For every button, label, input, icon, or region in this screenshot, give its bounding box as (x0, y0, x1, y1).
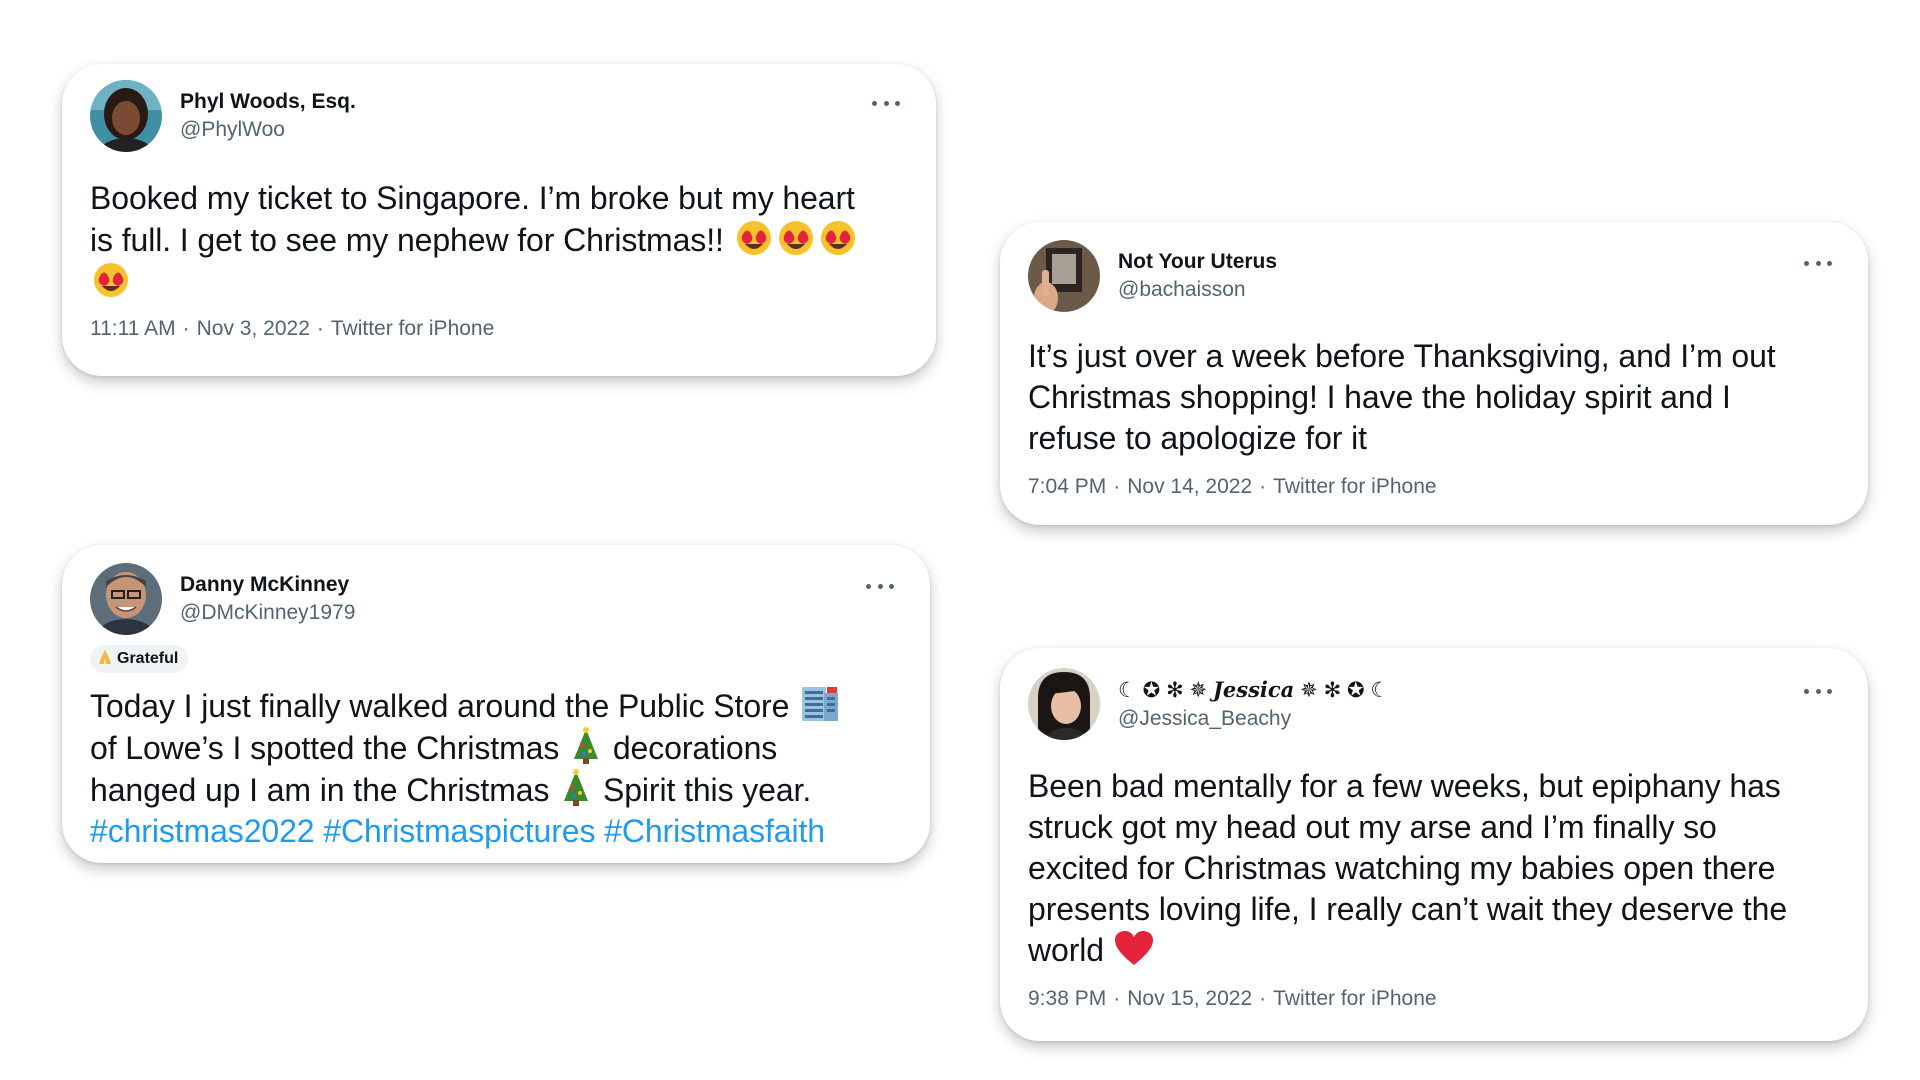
heart-eyes-emoji (819, 219, 857, 257)
tweet-text-segment: Spirit this year. (602, 772, 812, 808)
display-name[interactable]: Not Your Uterus (1118, 248, 1277, 276)
hashtag-link[interactable]: #Christmaspictures (323, 813, 595, 849)
badge-label: Grateful (117, 650, 179, 667)
tweet-card-not-your-uterus[interactable]: Not Your Uterus @bachaisson It’s just ov… (1000, 222, 1868, 525)
tweet-header: ☾ ✪ ✻ ✵ Jessica ✵ ✻ ✪ ☾ @Jessica_Beachy (1028, 662, 1832, 746)
more-horizontal-icon[interactable] (1804, 684, 1832, 698)
meta-separator: · (1259, 475, 1267, 498)
tweet-text-line: Christmas shopping! I have the holiday s… (1028, 379, 1731, 415)
christmas-tree-emoji (560, 769, 592, 807)
meta-separator: · (316, 317, 324, 340)
tweet-text-segment: world (1028, 932, 1104, 968)
avatar[interactable] (1028, 240, 1100, 312)
tweet-text-line: Been bad mentally for a few weeks, but e… (1028, 768, 1781, 804)
profile-label-badge[interactable]: Grateful (90, 645, 189, 673)
author-names: ☾ ✪ ✻ ✵ Jessica ✵ ✻ ✪ ☾ @Jessica_Beachy (1118, 676, 1389, 733)
tweet-time[interactable]: 7:04 PM (1028, 475, 1106, 498)
tweet-text-line: excited for Christmas watching my babies… (1028, 850, 1776, 886)
tweet-text-segment: Today I just finally walked around the P… (90, 688, 790, 724)
tweet-text-line: world (1028, 930, 1832, 971)
tweet-collage: Phyl Woods, Esq. @PhylWoo Booked my tick… (0, 0, 1920, 1080)
display-name[interactable]: ☾ ✪ ✻ ✵ Jessica ✵ ✻ ✪ ☾ (1118, 676, 1389, 705)
meta-separator: · (1259, 987, 1267, 1010)
tweet-text: Today I just finally walked around the P… (90, 683, 894, 852)
handle[interactable]: @bachaisson (1118, 276, 1277, 304)
heart-eyes-emoji (777, 219, 815, 257)
avatar[interactable] (90, 563, 162, 635)
praying-hands-emoji (98, 649, 112, 670)
display-name[interactable]: Phyl Woods, Esq. (180, 88, 356, 116)
tweet-meta: 7:04 PM · Nov 14, 2022 · Twitter for iPhone (1028, 473, 1832, 501)
more-horizontal-icon[interactable] (1804, 256, 1832, 270)
tweet-text: It’s just over a week before Thanksgivin… (1028, 336, 1832, 459)
tweet-text: Booked my ticket to Singapore. I’m broke… (90, 178, 900, 303)
tweet-text-line: is full. I get to see my nephew for Chri… (90, 219, 900, 261)
tweet-header: Danny McKinney @DMcKinney1979 (90, 557, 894, 641)
tweet-date[interactable]: Nov 3, 2022 (197, 317, 310, 340)
hashtag-link[interactable]: #Christmasfaith (604, 813, 825, 849)
tweet-date[interactable]: Nov 14, 2022 (1127, 475, 1252, 498)
meta-separator: · (1113, 987, 1121, 1010)
display-name-script: Jessica (1212, 676, 1295, 702)
tweet-time[interactable]: 11:11 AM (90, 317, 176, 340)
tweet-text-line: It’s just over a week before Thanksgivin… (1028, 338, 1776, 374)
tweet-text-line: Booked my ticket to Singapore. I’m broke… (90, 180, 855, 216)
tweet-text-line: refuse to apologize for it (1028, 420, 1367, 456)
tweet-header: Not Your Uterus @bachaisson (1028, 234, 1832, 318)
office-building-emoji (800, 683, 840, 723)
tweet-source[interactable]: Twitter for iPhone (331, 317, 494, 340)
tweet-source[interactable]: Twitter for iPhone (1273, 475, 1436, 498)
author-names: Not Your Uterus @bachaisson (1118, 248, 1277, 304)
tweet-text-line: struck got my head out my arse and I’m f… (1028, 809, 1717, 845)
more-horizontal-icon[interactable] (866, 579, 894, 593)
meta-separator: · (182, 317, 190, 340)
more-horizontal-icon[interactable] (872, 96, 900, 110)
tweet-text-segment: is full. I get to see my nephew for Chri… (90, 222, 724, 258)
hashtag-line: #christmas2022 #Christmaspictures #Chris… (90, 811, 894, 852)
tweet-text-line (90, 261, 900, 303)
tweet-time[interactable]: 9:38 PM (1028, 987, 1106, 1010)
tweet-text-line: Today I just finally walked around the P… (90, 683, 894, 727)
tweet-source[interactable]: Twitter for iPhone (1273, 987, 1436, 1010)
tweet-meta: 9:38 PM · Nov 15, 2022 · Twitter for iPhone (1028, 985, 1832, 1013)
handle[interactable]: @DMcKinney1979 (180, 599, 355, 627)
tweet-card-jessica-beachy[interactable]: ☾ ✪ ✻ ✵ Jessica ✵ ✻ ✪ ☾ @Jessica_Beachy … (1000, 648, 1868, 1041)
tweet-text: Been bad mentally for a few weeks, but e… (1028, 766, 1832, 971)
handle[interactable]: @PhylWoo (180, 116, 356, 144)
hashtag-link[interactable]: #christmas2022 (90, 813, 315, 849)
tweet-text-segment: decorations (612, 730, 778, 766)
avatar[interactable] (1028, 668, 1100, 740)
christmas-tree-emoji (570, 727, 602, 765)
handle[interactable]: @Jessica_Beachy (1118, 705, 1389, 733)
author-names: Danny McKinney @DMcKinney1979 (180, 571, 355, 627)
display-name[interactable]: Danny McKinney (180, 571, 355, 599)
red-heart-emoji (1114, 931, 1153, 967)
tweet-text-line: hanged up I am in the Christmas Spirit t… (90, 769, 894, 811)
tweet-text-segment: of Lowe’s I spotted the Christmas (90, 730, 560, 766)
tweet-text-line: of Lowe’s I spotted the Christmas decora… (90, 727, 894, 769)
heart-eyes-emoji (735, 219, 773, 257)
tweet-text-segment: hanged up I am in the Christmas (90, 772, 550, 808)
tweet-card-phyl-woods[interactable]: Phyl Woods, Esq. @PhylWoo Booked my tick… (62, 64, 936, 376)
display-name-symbols: ☾ ✪ ✻ ✵ (1118, 678, 1208, 702)
heart-eyes-emoji (92, 261, 130, 299)
avatar[interactable] (90, 80, 162, 152)
display-name-symbols: ✵ ✻ ✪ ☾ (1300, 678, 1390, 702)
tweet-meta: 11:11 AM · Nov 3, 2022 · Twitter for iPhone (90, 315, 900, 343)
tweet-text-line: presents loving life, I really can’t wai… (1028, 891, 1788, 927)
tweet-date[interactable]: Nov 15, 2022 (1127, 987, 1252, 1010)
tweet-card-danny-mckinney[interactable]: Danny McKinney @DMcKinney1979 Grateful T… (62, 545, 930, 863)
author-names: Phyl Woods, Esq. @PhylWoo (180, 88, 356, 144)
meta-separator: · (1113, 475, 1121, 498)
tweet-header: Phyl Woods, Esq. @PhylWoo (90, 74, 900, 158)
